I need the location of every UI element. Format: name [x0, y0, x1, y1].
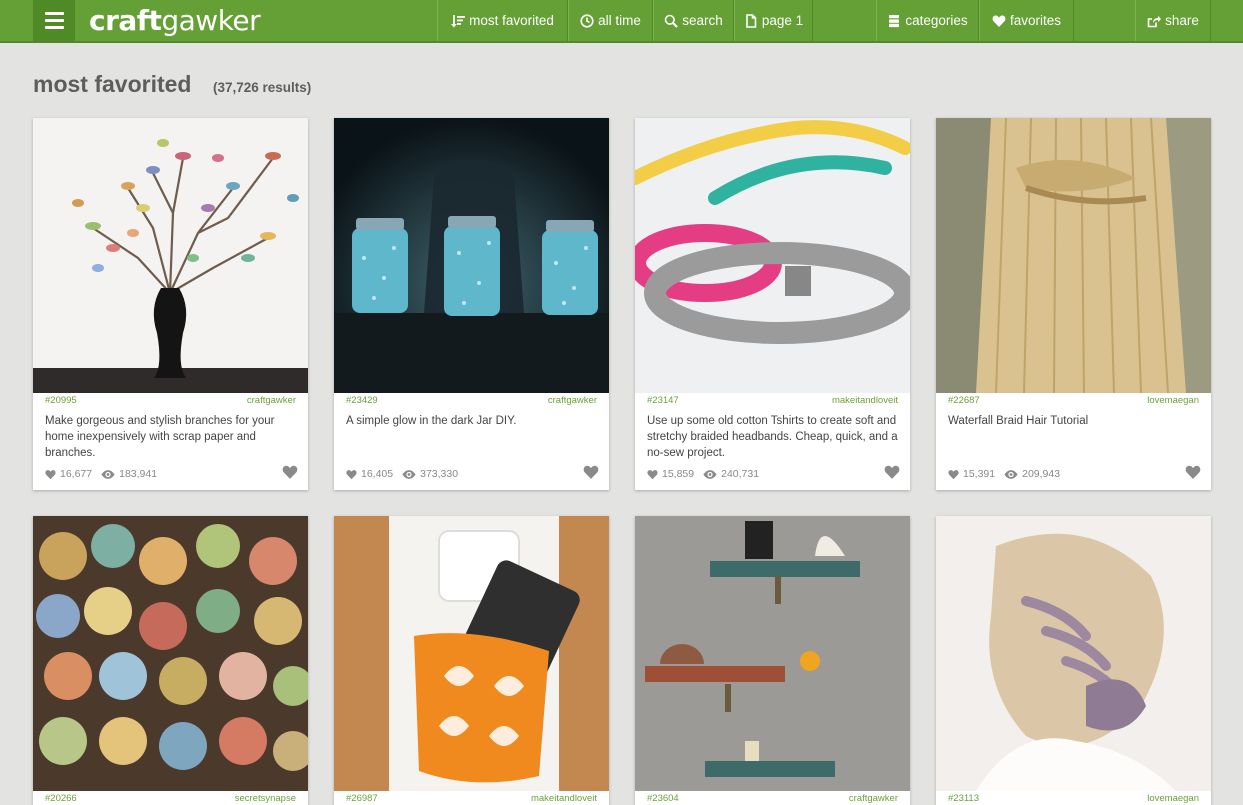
card-image[interactable] [33, 118, 308, 393]
site-logo[interactable]: craftgawker [89, 4, 261, 37]
nav-favorites-label: favorites [1009, 13, 1062, 28]
search-icon [664, 14, 679, 28]
nav-most-favorited-label: most favorited [469, 13, 554, 28]
share-icon [1147, 15, 1162, 27]
nav-favorites[interactable]: favorites [979, 0, 1074, 41]
card-id[interactable]: #23604 [647, 793, 679, 805]
card-meta: #22687 lovemaegan [948, 395, 1199, 409]
nav-most-favorited[interactable]: most favorited [437, 0, 568, 41]
nav-all-time[interactable]: all time [568, 0, 653, 41]
results-count: (37,726 results) [213, 80, 312, 95]
card-source[interactable]: craftgawker [247, 395, 296, 409]
card-meta: #20995 craftgawker [45, 395, 296, 409]
nav-search[interactable]: search [653, 0, 734, 41]
view-count: 209,943 [1022, 468, 1061, 480]
categories-icon [889, 14, 900, 27]
heart-icon [948, 469, 959, 479]
card-meta: #23429 craftgawker [346, 395, 597, 409]
sort-icon [451, 14, 466, 27]
card-image[interactable] [635, 118, 910, 393]
card-id[interactable]: #23429 [346, 395, 378, 409]
craft-card[interactable]: #23604 craftgawker [635, 516, 910, 805]
nav-page[interactable]: page 1 [734, 0, 813, 41]
card-image[interactable] [334, 516, 609, 791]
nav-categories[interactable]: categories [876, 0, 979, 41]
card-meta: #23604 craftgawker [647, 793, 898, 805]
card-source[interactable]: craftgawker [548, 395, 597, 409]
page-title: most favorited [33, 71, 192, 97]
card-image[interactable] [936, 516, 1211, 791]
top-navigation-bar: craftgawker most favorited all time sear… [0, 0, 1243, 43]
heart-icon [992, 15, 1006, 27]
page-icon [746, 13, 757, 28]
nav-categories-label: categories [905, 13, 968, 28]
craft-card[interactable]: #22687 lovemaegan Waterfall Braid Hair T… [936, 118, 1211, 490]
craft-card[interactable]: #20995 craftgawker Make gorgeous and sty… [33, 118, 308, 490]
favorite-count: 15,859 [662, 468, 695, 480]
view-count: 373,330 [420, 468, 459, 480]
favorite-heart-icon[interactable] [1184, 464, 1202, 480]
nav-page-label: page 1 [761, 13, 804, 28]
heart-icon [346, 469, 357, 479]
heart-icon [45, 469, 56, 479]
card-image[interactable] [334, 118, 609, 393]
craft-card[interactable]: #23113 lovemaegan [936, 516, 1211, 805]
eye-icon [101, 469, 115, 479]
nav-all-time-label: all time [598, 13, 641, 28]
card-description[interactable]: Make gorgeous and stylish branches for y… [45, 413, 296, 461]
card-description[interactable]: A simple glow in the dark Jar DIY. [346, 413, 597, 429]
view-count: 183,941 [119, 468, 158, 480]
favorite-count: 16,405 [361, 468, 394, 480]
card-image[interactable] [33, 516, 308, 791]
craft-card[interactable]: #23429 craftgawker A simple glow in the … [334, 118, 609, 490]
card-id[interactable]: #23147 [647, 395, 679, 409]
card-source[interactable]: lovemaegan [1147, 395, 1199, 409]
card-id[interactable]: #20995 [45, 395, 77, 409]
card-id[interactable]: #23113 [948, 793, 979, 805]
favorite-heart-icon[interactable] [883, 464, 901, 480]
eye-icon [703, 469, 717, 479]
favorite-heart-icon[interactable] [281, 464, 299, 480]
card-stats: 15,859 240,731 [647, 467, 898, 481]
nav-search-label: search [682, 13, 723, 28]
card-stats: 16,677 183,941 [45, 467, 296, 481]
menu-icon[interactable] [33, 0, 75, 41]
view-count: 240,731 [721, 468, 760, 480]
card-id[interactable]: #22687 [948, 395, 980, 409]
card-stats: 16,405 373,330 [346, 467, 597, 481]
favorite-heart-icon[interactable] [582, 464, 600, 480]
card-meta: #26987 makeitandloveit [346, 793, 597, 805]
card-stats: 15,391 209,943 [948, 467, 1199, 481]
card-id[interactable]: #26987 [346, 793, 378, 805]
card-id[interactable]: #20266 [45, 793, 77, 805]
craft-card[interactable]: #23147 makeitandloveit Use up some old c… [635, 118, 910, 490]
card-meta: #23147 makeitandloveit [647, 395, 898, 409]
nav-share[interactable]: share [1135, 0, 1211, 41]
card-source[interactable]: makeitandloveit [832, 395, 898, 409]
craft-card[interactable]: #26987 makeitandloveit [334, 516, 609, 805]
card-source[interactable]: lovemaegan [1147, 793, 1199, 805]
card-description[interactable]: Use up some old cotton Tshirts to create… [647, 413, 898, 461]
card-description[interactable]: Waterfall Braid Hair Tutorial [948, 413, 1199, 429]
card-image[interactable] [635, 516, 910, 791]
nav-share-label: share [1165, 13, 1199, 28]
card-image[interactable] [936, 118, 1211, 393]
eye-icon [1004, 469, 1018, 479]
heart-icon [647, 469, 658, 479]
favorite-count: 15,391 [963, 468, 996, 480]
card-source[interactable]: makeitandloveit [531, 793, 597, 805]
card-source[interactable]: craftgawker [849, 793, 898, 805]
clock-icon [580, 13, 594, 28]
card-meta: #23113 lovemaegan [948, 793, 1199, 805]
card-source[interactable]: secretsynapse [235, 793, 296, 805]
card-meta: #20266 secretsynapse [45, 793, 296, 805]
craft-card[interactable]: #20266 secretsynapse [33, 516, 308, 805]
eye-icon [402, 469, 416, 479]
favorite-count: 16,677 [60, 468, 93, 480]
